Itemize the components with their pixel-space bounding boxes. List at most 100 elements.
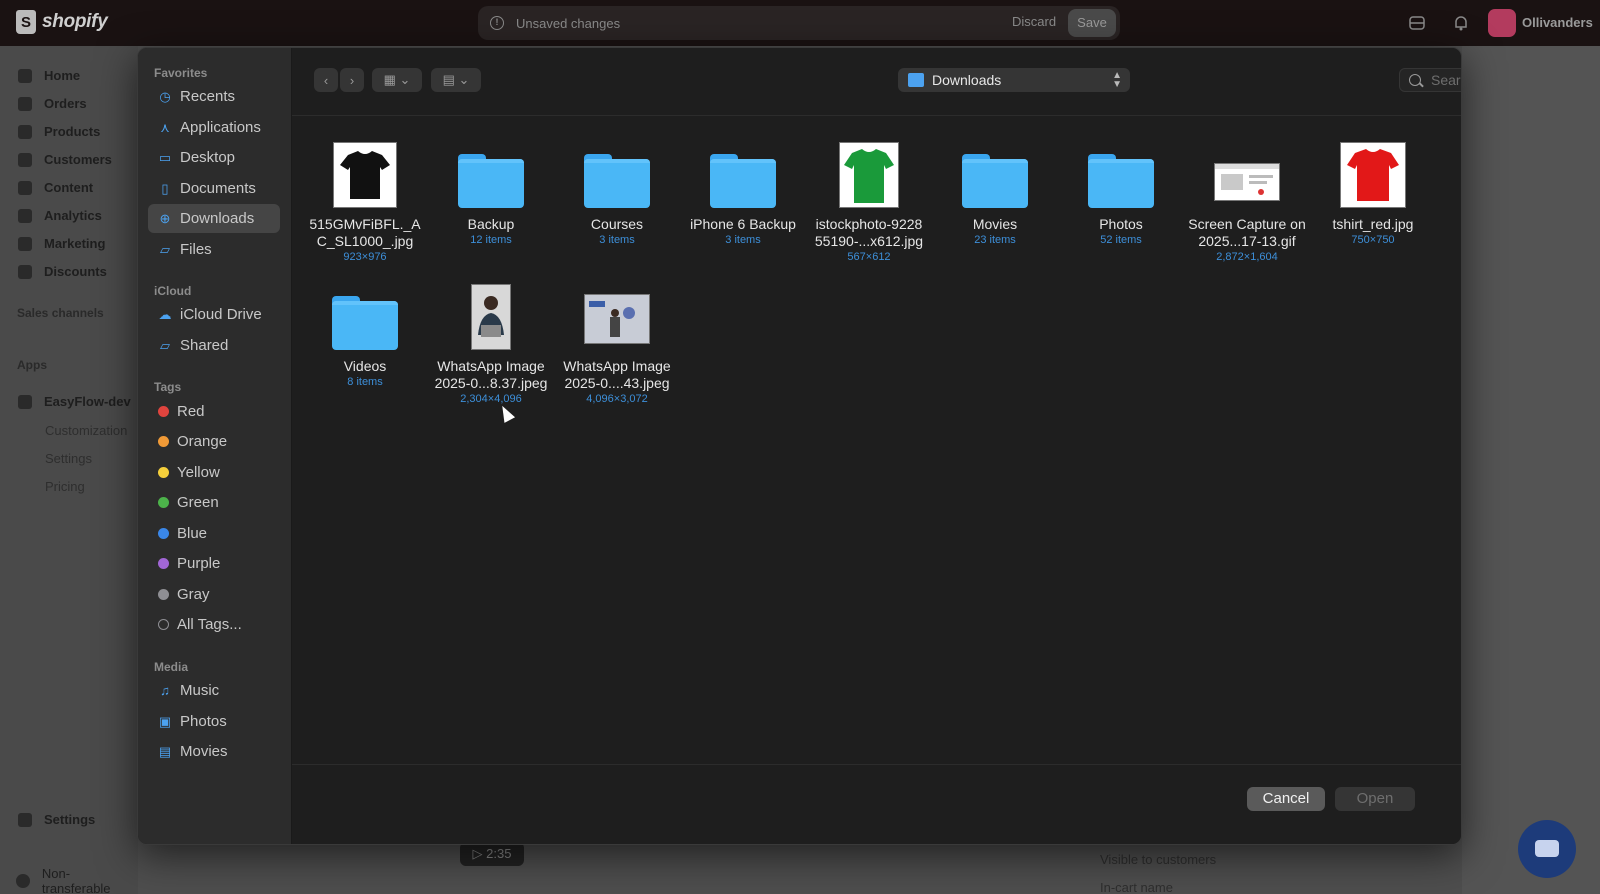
nav-marketing[interactable]: Marketing bbox=[18, 236, 105, 251]
shopify-bag-icon bbox=[16, 10, 36, 34]
nav-discounts[interactable]: Discounts bbox=[18, 264, 107, 279]
forward-button[interactable]: › bbox=[340, 68, 364, 92]
sidebar-item-downloads[interactable]: ⊕ Downloads bbox=[148, 204, 280, 233]
desktop-icon: ▭ bbox=[158, 149, 172, 165]
dialog-main: ‹ › ▦ ⌄ ▤ ⌄ Downloads ▲▼ 515GMvFiBFL._A … bbox=[292, 48, 1461, 844]
store-name[interactable]: Ollivanders bbox=[1522, 15, 1593, 30]
folder-icon bbox=[458, 154, 524, 208]
nav-customization[interactable]: Customization bbox=[45, 423, 127, 438]
folder-item[interactable]: Movies 23 items bbox=[932, 136, 1058, 246]
file-item[interactable]: 515GMvFiBFL._A C_SL1000_.jpg 923×976 bbox=[302, 136, 428, 263]
group-icon: ▤ ⌄ bbox=[442, 72, 470, 87]
nav-label: Marketing bbox=[44, 236, 106, 251]
downloads-folder-icon bbox=[908, 73, 924, 87]
sidebar-tag-yellow[interactable]: Yellow bbox=[148, 458, 280, 487]
nav-analytics[interactable]: Analytics bbox=[18, 208, 102, 223]
black-tshirt-thumbnail bbox=[333, 142, 397, 208]
tags-heading: Tags bbox=[154, 380, 182, 394]
nav-label: Discounts bbox=[44, 264, 107, 279]
sidebar-item-documents[interactable]: ▯ Documents bbox=[148, 174, 280, 203]
search-box[interactable] bbox=[1399, 68, 1461, 92]
shopify-logo[interactable]: shopify bbox=[16, 10, 108, 34]
location-dropdown[interactable]: Downloads ▲ ▼ bbox=[898, 68, 1130, 92]
sidebar-item-music[interactable]: ♫ Music bbox=[148, 676, 280, 705]
file-item[interactable]: Screen Capture on 2025...17-13.gif 2,872… bbox=[1184, 136, 1310, 263]
file-meta: 8 items bbox=[347, 376, 383, 388]
sidebar-item-applications[interactable]: ⋏ Applications bbox=[148, 113, 280, 142]
inbox-icon[interactable] bbox=[1408, 14, 1426, 32]
group-button[interactable]: ▤ ⌄ bbox=[431, 68, 481, 92]
nav-app-easyflow[interactable]: EasyFlow-dev bbox=[18, 394, 131, 409]
sidebar-item-recents[interactable]: ◷ Recents bbox=[148, 82, 280, 111]
info-icon bbox=[16, 874, 30, 888]
gray-tag-dot bbox=[158, 589, 169, 600]
discard-button[interactable]: Discard bbox=[1012, 14, 1056, 29]
sidebar-item-photos[interactable]: ▣ Photos bbox=[148, 707, 280, 736]
sidebar-item-desktop[interactable]: ▭ Desktop bbox=[148, 143, 280, 172]
discount-icon bbox=[18, 264, 32, 279]
logo-text: shopify bbox=[42, 11, 108, 32]
apps-heading[interactable]: Apps bbox=[17, 358, 47, 372]
sidebar-item-shared[interactable]: ▱ Shared bbox=[148, 331, 280, 360]
chat-button[interactable] bbox=[1518, 820, 1576, 878]
folder-item[interactable]: Videos 8 items bbox=[302, 278, 428, 388]
video-duration[interactable]: ▷ 2:35 bbox=[460, 842, 524, 866]
folder-item[interactable]: Courses 3 items bbox=[554, 136, 680, 246]
sidebar-label: Orange bbox=[177, 433, 228, 450]
unsaved-text: Unsaved changes bbox=[516, 15, 621, 31]
sidebar-item-files[interactable]: ▱ Files bbox=[148, 235, 280, 264]
home-icon bbox=[18, 68, 32, 83]
store-avatar[interactable] bbox=[1488, 9, 1516, 37]
nav-products[interactable]: Products bbox=[18, 124, 100, 139]
search-input[interactable] bbox=[1431, 72, 1461, 88]
folder-item[interactable]: iPhone 6 Backup 3 items bbox=[680, 136, 806, 246]
sidebar-label: Green bbox=[177, 494, 219, 511]
nav-home[interactable]: Home bbox=[18, 68, 80, 83]
media-heading: Media bbox=[154, 660, 189, 674]
sidebar-item-icloud-drive[interactable]: ☁ iCloud Drive bbox=[148, 300, 280, 329]
document-icon: ▯ bbox=[161, 180, 169, 196]
bell-icon[interactable] bbox=[1452, 14, 1470, 32]
nav-label: Customers bbox=[44, 152, 112, 167]
sidebar-tag-purple[interactable]: Purple bbox=[148, 549, 280, 578]
cancel-button[interactable]: Cancel bbox=[1247, 787, 1325, 811]
sidebar-tag-blue[interactable]: Blue bbox=[148, 519, 280, 548]
sidebar-all-tags[interactable]: All Tags... bbox=[148, 610, 280, 639]
favorites-heading: Favorites bbox=[154, 66, 208, 80]
sidebar-tag-gray[interactable]: Gray bbox=[148, 580, 280, 609]
file-item[interactable]: tshirt_red.jpg 750×750 bbox=[1310, 136, 1436, 246]
open-button[interactable]: Open bbox=[1335, 787, 1415, 811]
camera-icon: ▣ bbox=[158, 713, 172, 729]
back-button[interactable]: ‹ bbox=[314, 68, 338, 92]
folder-item[interactable]: Backup 12 items bbox=[428, 136, 554, 246]
file-meta: 23 items bbox=[974, 234, 1016, 246]
save-button[interactable]: Save bbox=[1068, 9, 1116, 37]
location-label: Downloads bbox=[932, 72, 1002, 88]
file-name: Movies bbox=[972, 216, 1018, 232]
file-meta: 567×612 bbox=[847, 251, 891, 263]
nav-label: Products bbox=[44, 124, 101, 139]
view-mode-button[interactable]: ▦ ⌄ bbox=[372, 68, 422, 92]
file-item[interactable]: WhatsApp Image 2025-0...8.37.jpeg 2,304×… bbox=[428, 278, 554, 405]
dialog-sidebar: Favorites ◷ Recents ⋏ Applications ▭ Deskto… bbox=[138, 48, 292, 844]
nav-settings[interactable]: Settings bbox=[18, 812, 95, 827]
nav-app-settings[interactable]: Settings bbox=[45, 451, 92, 466]
file-item[interactable]: istockphoto-9228 55190-...x612.jpg 567×6… bbox=[806, 136, 932, 263]
nav-orders[interactable]: Orders bbox=[18, 96, 87, 111]
sidebar-tag-green[interactable]: Green bbox=[148, 488, 280, 517]
file-open-dialog: Favorites ◷ Recents ⋏ Applications ▭ Deskto… bbox=[137, 47, 1462, 845]
nav-pricing[interactable]: Pricing bbox=[45, 479, 85, 494]
file-item[interactable]: WhatsApp Image 2025-0....43.jpeg 4,096×3… bbox=[554, 278, 680, 405]
sidebar-label: Purple bbox=[177, 555, 221, 572]
sidebar-tag-red[interactable]: Red bbox=[148, 397, 280, 426]
nav-label: Orders bbox=[44, 96, 87, 111]
file-meta: 2,872×1,604 bbox=[1216, 251, 1278, 263]
sidebar-item-movies[interactable]: ▤ Movies bbox=[148, 737, 280, 766]
shopify-sidebar: Home Orders Products Customers Content A… bbox=[0, 46, 138, 894]
folder-item[interactable]: Photos 52 items bbox=[1058, 136, 1184, 246]
sales-channels-heading[interactable]: Sales channels bbox=[17, 306, 104, 320]
nav-customers[interactable]: Customers bbox=[18, 152, 112, 167]
nav-content[interactable]: Content bbox=[18, 180, 93, 195]
person-icon bbox=[18, 152, 32, 167]
sidebar-tag-orange[interactable]: Orange bbox=[148, 427, 280, 456]
